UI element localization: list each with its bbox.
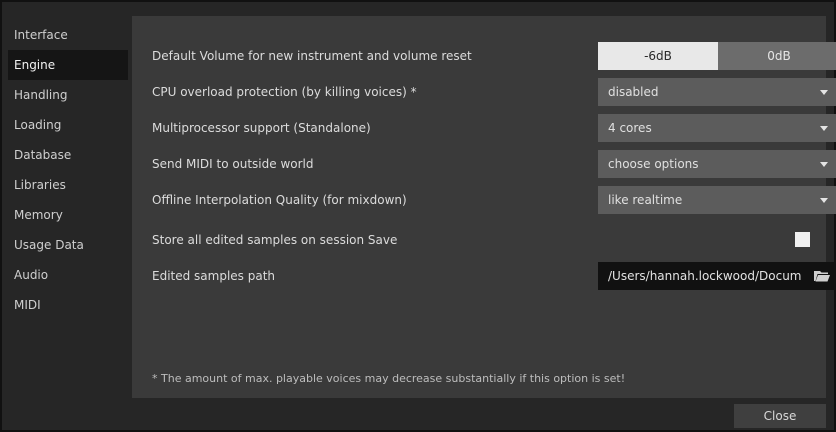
sidebar-item-database[interactable]: Database <box>8 140 128 170</box>
store-samples-row: Store all edited samples on session Save <box>152 226 812 254</box>
preferences-window: Interface Engine Handling Loading Databa… <box>0 0 836 432</box>
sidebar-item-usage-data[interactable]: Usage Data <box>8 230 128 260</box>
cpu-overload-row: CPU overload protection (by killing voic… <box>152 78 836 106</box>
chevron-down-icon <box>820 162 828 167</box>
folder-icon[interactable] <box>814 270 830 282</box>
multiprocessor-dropdown[interactable]: 4 cores <box>598 114 836 142</box>
edited-path-value: /Users/hannah.lockwood/Docum <box>608 269 802 283</box>
cpu-overload-dropdown[interactable]: disabled <box>598 78 836 106</box>
footnote-text: * The amount of max. playable voices may… <box>152 372 626 385</box>
offline-interpolation-value: like realtime <box>608 193 683 207</box>
send-midi-row: Send MIDI to outside world choose option… <box>152 150 836 178</box>
default-volume-toggle: -6dB 0dB <box>598 42 836 70</box>
default-volume-row: Default Volume for new instrument and vo… <box>152 42 836 70</box>
store-samples-checkbox[interactable] <box>795 232 810 247</box>
close-button[interactable]: Close <box>734 404 826 428</box>
sidebar-item-audio[interactable]: Audio <box>8 260 128 290</box>
chevron-down-icon <box>820 90 828 95</box>
sidebar-item-memory[interactable]: Memory <box>8 200 128 230</box>
sidebar-item-interface[interactable]: Interface <box>8 20 128 50</box>
cpu-overload-label: CPU overload protection (by killing voic… <box>152 85 417 99</box>
engine-settings-panel: Default Volume for new instrument and vo… <box>132 16 836 398</box>
sidebar-item-loading[interactable]: Loading <box>8 110 128 140</box>
edited-path-label: Edited samples path <box>152 269 276 283</box>
sidebar-item-libraries[interactable]: Libraries <box>8 170 128 200</box>
multiprocessor-label: Multiprocessor support (Standalone) <box>152 121 371 135</box>
volume-minus6db-button[interactable]: -6dB <box>598 42 718 70</box>
sidebar: Interface Engine Handling Loading Databa… <box>8 20 128 400</box>
sidebar-item-handling[interactable]: Handling <box>8 80 128 110</box>
offline-interpolation-dropdown[interactable]: like realtime <box>598 186 836 214</box>
chevron-down-icon <box>820 198 828 203</box>
sidebar-item-midi[interactable]: MIDI <box>8 290 128 320</box>
edited-path-row: Edited samples path /Users/hannah.lockwo… <box>152 262 836 290</box>
volume-0db-button[interactable]: 0dB <box>718 42 836 70</box>
store-samples-label: Store all edited samples on session Save <box>152 233 398 247</box>
default-volume-label: Default Volume for new instrument and vo… <box>152 49 472 63</box>
multiprocessor-value: 4 cores <box>608 121 652 135</box>
sidebar-item-engine[interactable]: Engine <box>8 50 128 80</box>
offline-interpolation-row: Offline Interpolation Quality (for mixdo… <box>152 186 836 214</box>
cpu-overload-value: disabled <box>608 85 659 99</box>
edited-path-field[interactable]: /Users/hannah.lockwood/Docum <box>598 262 836 290</box>
multiprocessor-row: Multiprocessor support (Standalone) 4 co… <box>152 114 836 142</box>
offline-interpolation-label: Offline Interpolation Quality (for mixdo… <box>152 193 407 207</box>
send-midi-dropdown[interactable]: choose options <box>598 150 836 178</box>
send-midi-value: choose options <box>608 157 699 171</box>
send-midi-label: Send MIDI to outside world <box>152 157 314 171</box>
chevron-down-icon <box>820 126 828 131</box>
